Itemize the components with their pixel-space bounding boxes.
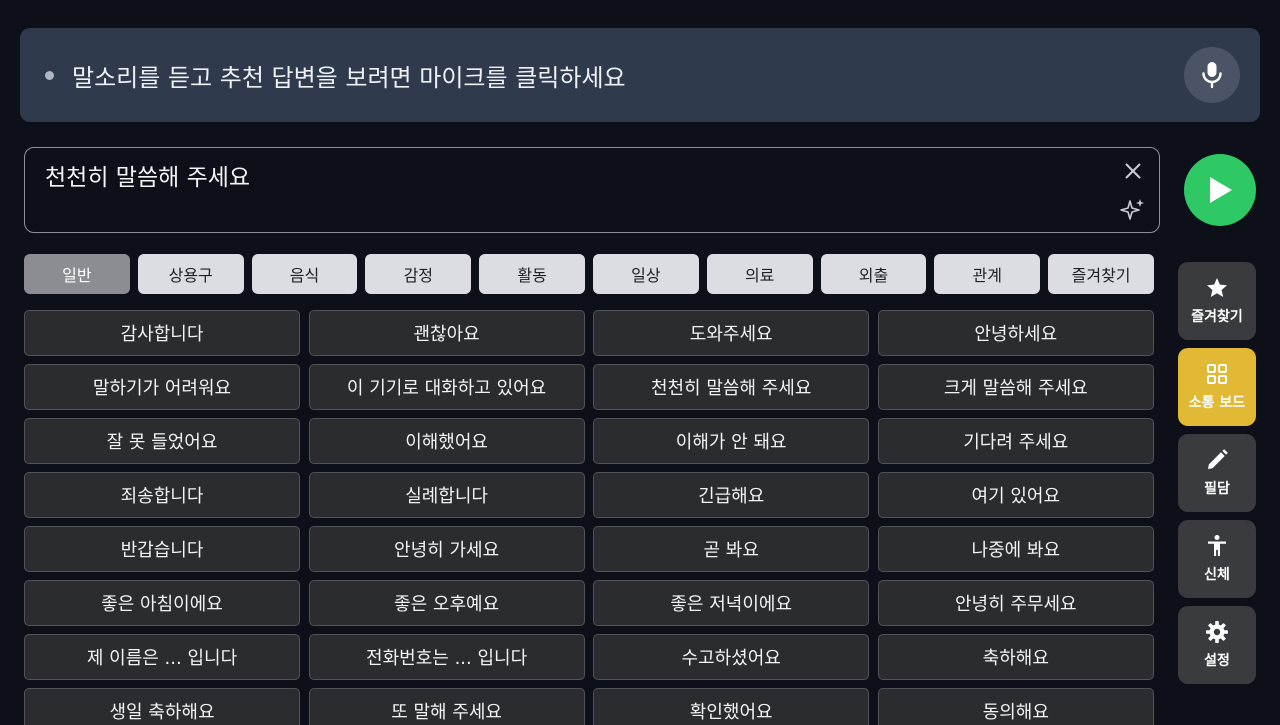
- phrase-button[interactable]: 이해했어요: [308, 418, 585, 464]
- phrase-button[interactable]: 여기 있어요: [877, 472, 1154, 518]
- phrase-button[interactable]: 안녕히 주무세요: [877, 580, 1154, 626]
- microphone-button[interactable]: [1184, 47, 1240, 103]
- phrase-button[interactable]: 수고하셨어요: [593, 634, 870, 680]
- pencil-icon: [1208, 449, 1228, 469]
- phrase-button[interactable]: 실례합니다: [308, 472, 585, 518]
- phrase-button[interactable]: 이 기기로 대화하고 있어요: [308, 364, 585, 410]
- favorites-button[interactable]: 즐겨찾기: [1178, 262, 1256, 340]
- phrase-button[interactable]: 좋은 저녁이에요: [593, 580, 870, 626]
- phrase-button[interactable]: 제 이름은 ... 입니다: [24, 634, 300, 680]
- phrase-button[interactable]: 확인했어요: [593, 688, 870, 725]
- category-tab[interactable]: 일반: [24, 254, 130, 294]
- speak-button[interactable]: [1184, 154, 1256, 226]
- phrase-button[interactable]: 반갑습니다: [24, 526, 300, 572]
- settings-label: 설정: [1204, 653, 1230, 669]
- favorites-label: 즐겨찾기: [1191, 309, 1243, 325]
- category-tab[interactable]: 상용구: [137, 254, 244, 294]
- category-tab[interactable]: 관계: [934, 254, 1041, 294]
- writing-label: 필담: [1204, 481, 1230, 497]
- phrase-button[interactable]: 생일 축하해요: [24, 688, 300, 725]
- phrase-grid: 감사합니다 괜찮아요 도와주세요 안녕하세요말하기가 어려워요 이 기기로 대화하고 있…: [24, 310, 1154, 725]
- clear-button[interactable]: [1121, 159, 1145, 183]
- phrase-button[interactable]: 안녕하세요: [877, 310, 1154, 356]
- phrase-button[interactable]: 괜찮아요: [308, 310, 585, 356]
- phrase-button[interactable]: 긴급해요: [593, 472, 870, 518]
- phrase-button[interactable]: 곧 봐요: [593, 526, 870, 572]
- star-icon: [1207, 278, 1227, 297]
- category-tab[interactable]: 일상: [592, 254, 699, 294]
- category-tab[interactable]: 음식: [251, 254, 358, 294]
- phrase-button[interactable]: 전화번호는 ... 입니다: [308, 634, 585, 680]
- phrase-button[interactable]: 잘 못 들었어요: [24, 418, 300, 464]
- sparkle-icon: [1120, 199, 1144, 220]
- message-input[interactable]: 천천히 말씀해 주세요: [24, 147, 1160, 233]
- settings-button[interactable]: 설정: [1178, 606, 1256, 684]
- body-label: 신체: [1204, 567, 1230, 583]
- person-icon: [1208, 535, 1226, 556]
- communication-board-button[interactable]: 소통 보드: [1178, 348, 1256, 426]
- phrase-button[interactable]: 크게 말씀해 주세요: [877, 364, 1154, 410]
- grid-icon: [1207, 364, 1227, 384]
- phrase-button[interactable]: 나중에 봐요: [877, 526, 1154, 572]
- message-input-value[interactable]: 천천히 말씀해 주세요: [45, 158, 250, 192]
- listen-bar: 말소리를 듣고 추천 답변을 보려면 마이크를 클릭하세요: [20, 28, 1260, 122]
- phrase-button[interactable]: 도와주세요: [593, 310, 870, 356]
- category-tab[interactable]: 즐겨찾기: [1048, 254, 1154, 294]
- status-dot: [45, 70, 54, 80]
- phrase-button[interactable]: 이해가 안 돼요: [593, 418, 870, 464]
- category-tab[interactable]: 감정: [365, 254, 472, 294]
- phrase-button[interactable]: 안녕히 가세요: [308, 526, 585, 572]
- body-button[interactable]: 신체: [1178, 520, 1256, 598]
- phrase-button[interactable]: 기다려 주세요: [877, 418, 1154, 464]
- play-icon: [1210, 177, 1232, 203]
- suggest-button[interactable]: [1119, 196, 1147, 224]
- category-tab[interactable]: 활동: [479, 254, 585, 294]
- phrase-button[interactable]: 죄송합니다: [24, 472, 300, 518]
- phrase-button[interactable]: 좋은 아침이에요: [24, 580, 300, 626]
- category-tabs: 일반 상용구 음식 감정 활동 일상 의료 외출 관계 즐겨찾기: [24, 254, 1154, 294]
- phrase-button[interactable]: 좋은 오후예요: [308, 580, 585, 626]
- phrase-button[interactable]: 또 말해 주세요: [308, 688, 585, 725]
- category-tab[interactable]: 외출: [820, 254, 927, 294]
- phrase-button[interactable]: 축하해요: [877, 634, 1154, 680]
- category-tab[interactable]: 의료: [706, 254, 813, 294]
- phrase-button[interactable]: 동의해요: [877, 688, 1154, 725]
- listen-prompt: 말소리를 듣고 추천 답변을 보려면 마이크를 클릭하세요: [72, 63, 626, 92]
- phrase-button[interactable]: 감사합니다: [24, 310, 300, 356]
- phrase-button[interactable]: 천천히 말씀해 주세요: [593, 364, 870, 410]
- microphone-icon: [1202, 62, 1222, 89]
- gear-icon: [1206, 621, 1228, 643]
- writing-button[interactable]: 필담: [1178, 434, 1256, 512]
- close-icon: [1125, 163, 1141, 179]
- communication-board-label: 소통 보드: [1188, 395, 1246, 411]
- phrase-button[interactable]: 말하기가 어려워요: [24, 364, 300, 410]
